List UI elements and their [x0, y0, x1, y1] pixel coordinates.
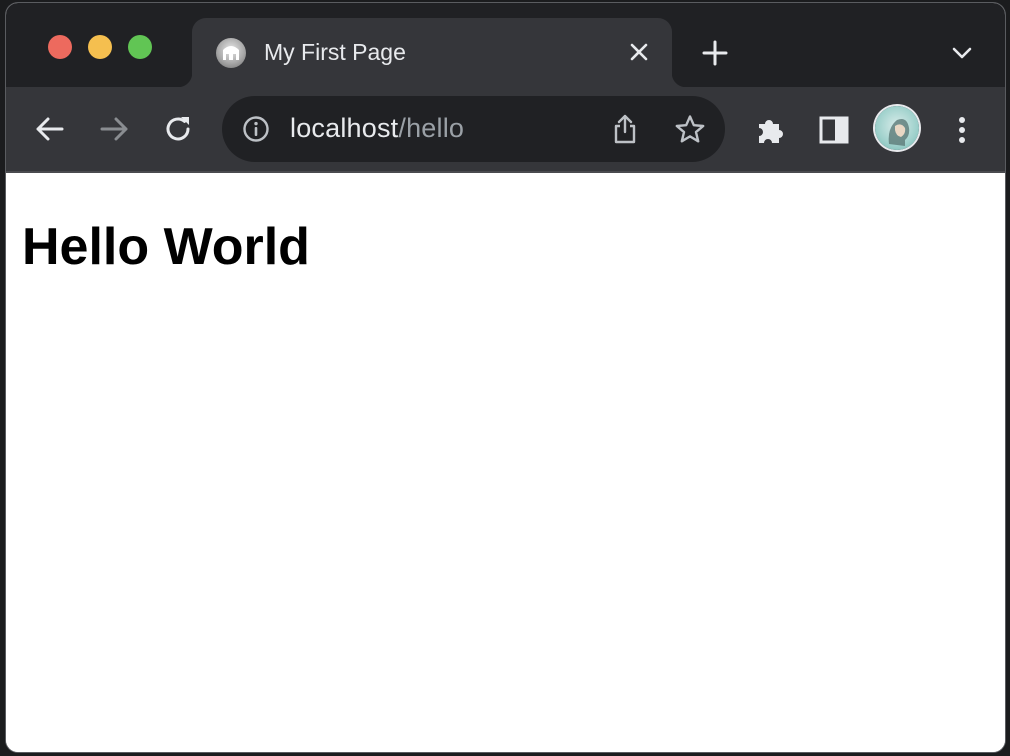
toolbar: localhost/hello — [6, 87, 1005, 173]
avatar[interactable] — [875, 106, 919, 150]
close-icon[interactable] — [628, 41, 650, 63]
extensions-button[interactable] — [752, 112, 788, 148]
puzzle-icon — [759, 120, 783, 143]
share-icon[interactable] — [610, 113, 640, 145]
arrow-right-icon — [100, 117, 128, 141]
browser-window: My First Page localhost/hello Hello Worl… — [6, 3, 1005, 752]
reload-button[interactable] — [160, 111, 196, 147]
chevron-down-icon — [952, 47, 972, 59]
url-path: /hello — [398, 113, 465, 143]
address-bar[interactable]: localhost/hello — [222, 96, 725, 162]
menu-button[interactable] — [944, 112, 980, 148]
page-heading: Hello World — [22, 218, 310, 276]
back-button[interactable] — [32, 111, 68, 147]
reload-icon — [166, 117, 190, 141]
window-close-button[interactable] — [48, 35, 72, 59]
side-panel-button[interactable] — [816, 112, 852, 148]
side-panel-icon — [819, 116, 849, 144]
arrow-left-icon — [36, 117, 64, 141]
url-host: localhost — [290, 113, 399, 143]
window-maximize-button[interactable] — [128, 35, 152, 59]
tab-my-first-page[interactable]: My First Page — [178, 18, 686, 87]
forward-button[interactable] — [96, 111, 132, 147]
favicon-icon — [216, 38, 246, 68]
new-tab-button[interactable] — [702, 40, 728, 66]
window-minimize-button[interactable] — [88, 35, 112, 59]
page-content: Hello World — [6, 173, 1005, 752]
tab-search-button[interactable] — [950, 43, 974, 63]
tab-strip: My First Page — [6, 3, 1005, 87]
kebab-menu-icon — [959, 117, 965, 143]
info-icon[interactable] — [242, 115, 270, 143]
url-text[interactable]: localhost/hello — [290, 113, 464, 144]
plus-icon — [702, 40, 728, 66]
star-icon[interactable] — [674, 114, 706, 144]
tab-title: My First Page — [264, 39, 406, 65]
